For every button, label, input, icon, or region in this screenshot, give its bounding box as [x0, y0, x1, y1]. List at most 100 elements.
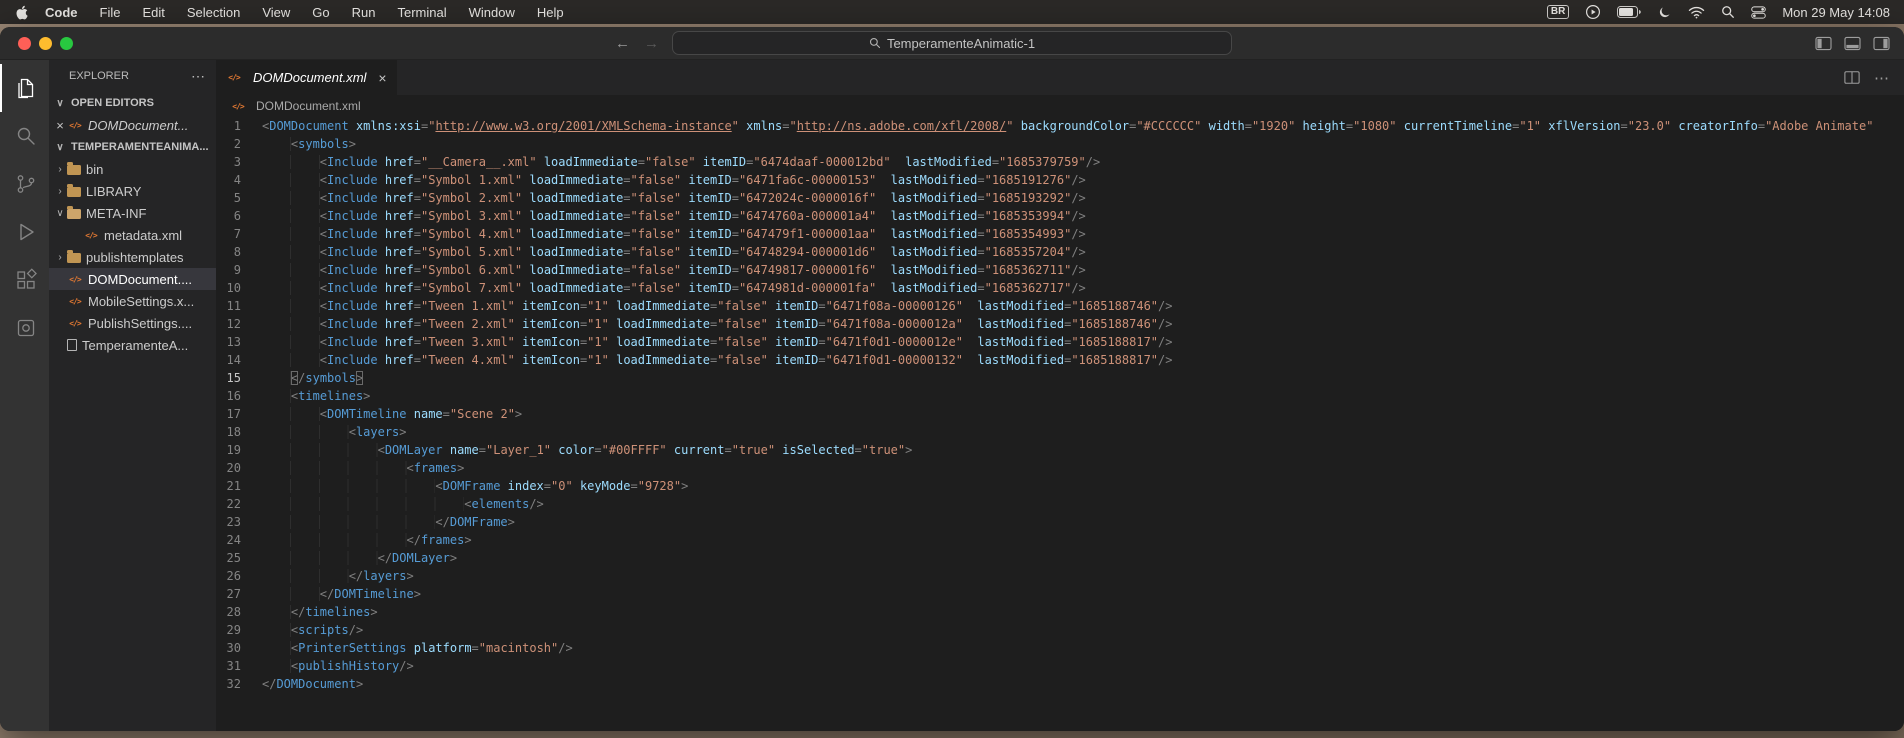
code-line[interactable]: 30 <PrinterSettings platform="macintosh"…: [216, 639, 1904, 657]
explorer-icon[interactable]: [0, 64, 49, 112]
line-number[interactable]: 26: [216, 567, 262, 585]
line-number[interactable]: 15: [216, 369, 262, 387]
code-line[interactable]: 20 <frames>: [216, 459, 1904, 477]
go-back-button[interactable]: ←: [615, 35, 630, 52]
code-line[interactable]: 31 <publishHistory/>: [216, 657, 1904, 675]
menu-terminal[interactable]: Terminal: [398, 5, 447, 20]
line-number[interactable]: 16: [216, 387, 262, 405]
code-line[interactable]: 14 <Include href="Tween 4.xml" itemIcon=…: [216, 351, 1904, 369]
line-number[interactable]: 9: [216, 261, 262, 279]
line-number[interactable]: 27: [216, 585, 262, 603]
source-control-icon[interactable]: [0, 160, 49, 208]
line-number[interactable]: 22: [216, 495, 262, 513]
tree-item-library[interactable]: › LIBRARY: [49, 180, 216, 202]
line-number[interactable]: 8: [216, 243, 262, 261]
line-number[interactable]: 14: [216, 351, 262, 369]
split-editor-icon[interactable]: [1844, 70, 1860, 85]
line-number[interactable]: 11: [216, 297, 262, 315]
toggle-panel-icon[interactable]: [1844, 36, 1861, 51]
code-line[interactable]: 17 <DOMTimeline name="Scene 2">: [216, 405, 1904, 423]
open-editor-item-domdocument[interactable]: × </> DOMDocument...: [49, 114, 216, 136]
minimize-window-button[interactable]: [39, 36, 52, 50]
line-number[interactable]: 7: [216, 225, 262, 243]
code-line[interactable]: 10 <Include href="Symbol 7.xml" loadImme…: [216, 279, 1904, 297]
workspace-folder-header[interactable]: ∨ TEMPERAMENTEANIMA...: [49, 136, 216, 158]
control-center-icon[interactable]: [1751, 5, 1767, 20]
code-line[interactable]: 3 <Include href="__Camera__.xml" loadImm…: [216, 153, 1904, 171]
menu-file[interactable]: File: [100, 5, 121, 20]
tree-item-temperamente-file[interactable]: TemperamenteA...: [49, 334, 216, 356]
menu-window[interactable]: Window: [469, 5, 515, 20]
menu-selection[interactable]: Selection: [187, 5, 240, 20]
tree-item-metadata-xml[interactable]: </> metadata.xml: [49, 224, 216, 246]
code-line[interactable]: 26 </layers>: [216, 567, 1904, 585]
code-line[interactable]: 12 <Include href="Tween 2.xml" itemIcon=…: [216, 315, 1904, 333]
line-number[interactable]: 6: [216, 207, 262, 225]
code-line[interactable]: 24 </frames>: [216, 531, 1904, 549]
line-number[interactable]: 3: [216, 153, 262, 171]
run-debug-icon[interactable]: [0, 208, 49, 256]
tree-item-bin[interactable]: › bin: [49, 158, 216, 180]
code-line[interactable]: 2 <symbols>: [216, 135, 1904, 153]
line-number[interactable]: 21: [216, 477, 262, 495]
tree-item-domdocument-xml[interactable]: </> DOMDocument....: [49, 268, 216, 290]
battery-icon[interactable]: [1617, 6, 1642, 18]
line-number[interactable]: 31: [216, 657, 262, 675]
wifi-icon[interactable]: [1688, 6, 1705, 19]
maximize-window-button[interactable]: [60, 36, 73, 50]
go-forward-button[interactable]: →: [644, 35, 659, 52]
code-line[interactable]: 15 </symbols>: [216, 369, 1904, 387]
line-number[interactable]: 25: [216, 549, 262, 567]
code-line[interactable]: 11 <Include href="Tween 1.xml" itemIcon=…: [216, 297, 1904, 315]
line-number[interactable]: 17: [216, 405, 262, 423]
line-number[interactable]: 5: [216, 189, 262, 207]
input-source-badge[interactable]: BR: [1546, 5, 1570, 19]
close-icon[interactable]: ×: [378, 70, 386, 86]
code-line[interactable]: 5 <Include href="Symbol 2.xml" loadImmed…: [216, 189, 1904, 207]
focus-moon-icon[interactable]: [1657, 5, 1672, 20]
tree-item-mobilesettings-xml[interactable]: </> MobileSettings.x...: [49, 290, 216, 312]
line-number[interactable]: 12: [216, 315, 262, 333]
line-number[interactable]: 30: [216, 639, 262, 657]
explorer-more-actions-icon[interactable]: ⋯: [191, 68, 206, 85]
menubar-clock[interactable]: Mon 29 May 14:08: [1782, 5, 1890, 20]
open-editors-header[interactable]: ∨ OPEN EDITORS: [49, 92, 216, 114]
line-number[interactable]: 32: [216, 675, 262, 693]
code-line[interactable]: 7 <Include href="Symbol 4.xml" loadImmed…: [216, 225, 1904, 243]
code-line[interactable]: 13 <Include href="Tween 3.xml" itemIcon=…: [216, 333, 1904, 351]
custom-extension-icon[interactable]: [0, 304, 49, 352]
code-lines[interactable]: 1 <DOMDocument xmlns:xsi="http://www.w3.o…: [216, 117, 1904, 731]
code-line[interactable]: 25 </DOMLayer>: [216, 549, 1904, 567]
spotlight-search-icon[interactable]: [1721, 5, 1735, 19]
code-line[interactable]: 23 </DOMFrame>: [216, 513, 1904, 531]
extensions-icon[interactable]: [0, 256, 49, 304]
menu-run[interactable]: Run: [352, 5, 376, 20]
code-line[interactable]: 16 <timelines>: [216, 387, 1904, 405]
line-number[interactable]: 10: [216, 279, 262, 297]
tree-item-publishtemplates[interactable]: › publishtemplates: [49, 246, 216, 268]
line-number[interactable]: 18: [216, 423, 262, 441]
menu-code[interactable]: Code: [45, 5, 78, 20]
command-center-search[interactable]: TemperamenteAnimatic-1: [672, 31, 1232, 55]
tree-item-meta-inf[interactable]: ∨ META-INF: [49, 202, 216, 224]
code-line[interactable]: 1 <DOMDocument xmlns:xsi="http://www.w3.o…: [216, 117, 1904, 135]
line-number[interactable]: 23: [216, 513, 262, 531]
code-line[interactable]: 19 <DOMLayer name="Layer_1" color="#00FF…: [216, 441, 1904, 459]
toggle-primary-sidebar-icon[interactable]: [1815, 36, 1832, 51]
search-icon[interactable]: [0, 112, 49, 160]
code-line[interactable]: 9 <Include href="Symbol 6.xml" loadImmed…: [216, 261, 1904, 279]
line-number[interactable]: 19: [216, 441, 262, 459]
menu-go[interactable]: Go: [312, 5, 329, 20]
apple-logo-icon[interactable]: [14, 4, 29, 21]
line-number[interactable]: 2: [216, 135, 262, 153]
breadcrumb-item[interactable]: DOMDocument.xml: [256, 99, 361, 113]
code-line[interactable]: 21 <DOMFrame index="0" keyMode="9728">: [216, 477, 1904, 495]
code-line[interactable]: 28 </timelines>: [216, 603, 1904, 621]
code-line[interactable]: 32 </DOMDocument>: [216, 675, 1904, 693]
tab-domdocument-xml[interactable]: </> DOMDocument.xml ×: [216, 60, 398, 95]
breadcrumb[interactable]: </> DOMDocument.xml: [216, 95, 1904, 117]
menu-edit[interactable]: Edit: [142, 5, 164, 20]
line-number[interactable]: 1: [216, 117, 262, 135]
window-titlebar[interactable]: ← → TemperamenteAnimatic-1: [0, 27, 1904, 60]
line-number[interactable]: 20: [216, 459, 262, 477]
